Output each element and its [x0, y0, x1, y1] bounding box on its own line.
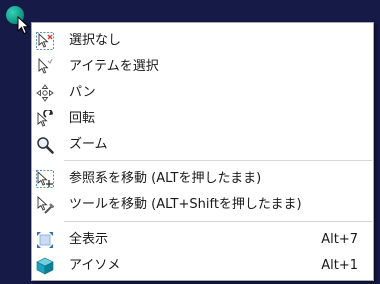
- menu-item-label: 選択なし: [69, 33, 122, 48]
- menu-item-select-none[interactable]: 選択なし: [32, 28, 373, 54]
- menu-item-shortcut: Alt+1: [321, 258, 358, 273]
- rotate-icon: [37, 110, 53, 127]
- pan-icon: [36, 84, 54, 102]
- menu-item-label: 回転: [69, 111, 96, 126]
- move-tool-icon: [37, 196, 54, 214]
- move-reference-frame-icon: [36, 170, 54, 188]
- menu-item-zoom[interactable]: ズーム: [32, 132, 373, 158]
- isometric-cube-icon: [36, 257, 54, 275]
- menu-item-label: 参照系を移動 (ALTを押したまま): [69, 171, 262, 186]
- menu-item-label: ズーム: [69, 137, 108, 152]
- menu-item-isometric[interactable]: アイソメ Alt+1: [32, 253, 373, 279]
- menu-item-move-tool[interactable]: ツールを移動 (ALT+Shiftを押したまま): [32, 192, 373, 218]
- menu-item-move-reference-frame[interactable]: 参照系を移動 (ALTを押したまま): [32, 166, 373, 192]
- menu-separator: [64, 160, 372, 161]
- menu-item-rotate[interactable]: 回転: [32, 106, 373, 132]
- context-menu: 選択なし アイテムを選択 パン 回転 ズーム 参照系を移動 (ALTを押したまま…: [31, 22, 374, 281]
- menu-item-label: 全表示: [69, 232, 109, 247]
- menu-item-shortcut: Alt+7: [321, 232, 358, 247]
- menu-item-pan[interactable]: パン: [32, 80, 373, 106]
- menu-item-label: パン: [69, 85, 96, 100]
- menu-separator: [64, 221, 372, 222]
- pointer-arrow-icon: [17, 16, 30, 35]
- menu-item-view-all[interactable]: 全表示 Alt+7: [32, 227, 373, 253]
- menu-item-label: アイテムを選択: [69, 59, 159, 74]
- select-item-cursor-icon: [38, 58, 53, 74]
- zoom-magnifier-icon: [37, 137, 54, 154]
- menu-item-label: ツールを移動 (ALT+Shiftを押したまま): [69, 197, 302, 212]
- menu-item-select-item[interactable]: アイテムを選択: [32, 54, 373, 80]
- select-none-cursor-icon: [36, 32, 54, 50]
- menu-item-label: アイソメ: [69, 258, 121, 273]
- view-all-icon: [37, 232, 53, 248]
